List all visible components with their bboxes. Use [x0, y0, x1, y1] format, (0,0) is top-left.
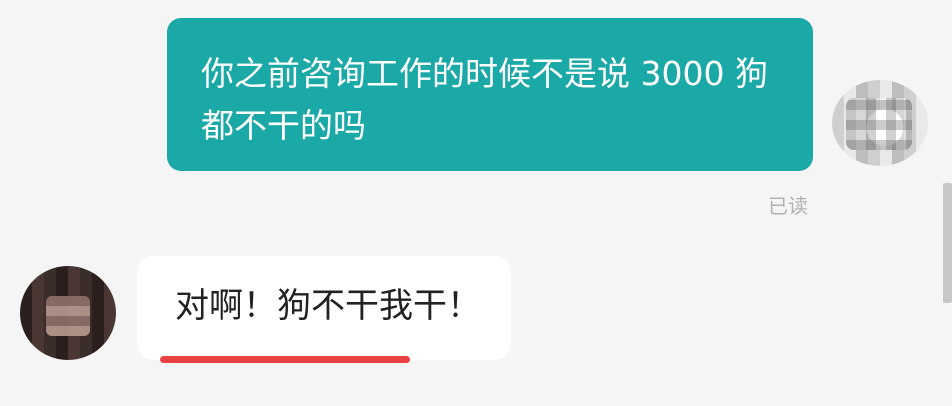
highlight-underline [160, 356, 410, 363]
incoming-message-text: 对啊！狗不干我干！ [175, 286, 481, 326]
outgoing-message-line-1: 你之前咨询工作的时候不是说 3000 狗 [201, 54, 768, 93]
outgoing-message-line-2: 都不干的吗 [201, 106, 366, 145]
my-avatar[interactable] [832, 80, 928, 166]
scrollbar-thumb[interactable] [943, 183, 952, 303]
chat-conversation: 你之前咨询工作的时候不是说 3000 狗 都不干的吗 已读 对啊！狗不干我干！ [0, 0, 952, 406]
contact-avatar[interactable] [20, 266, 116, 360]
avatar-pixelation [46, 296, 90, 336]
outgoing-message-bubble[interactable]: 你之前咨询工作的时候不是说 3000 狗 都不干的吗 [167, 18, 813, 171]
avatar-pixelation [846, 98, 912, 150]
read-status: 已读 [768, 194, 808, 218]
incoming-message-bubble[interactable]: 对啊！狗不干我干！ [137, 256, 511, 360]
